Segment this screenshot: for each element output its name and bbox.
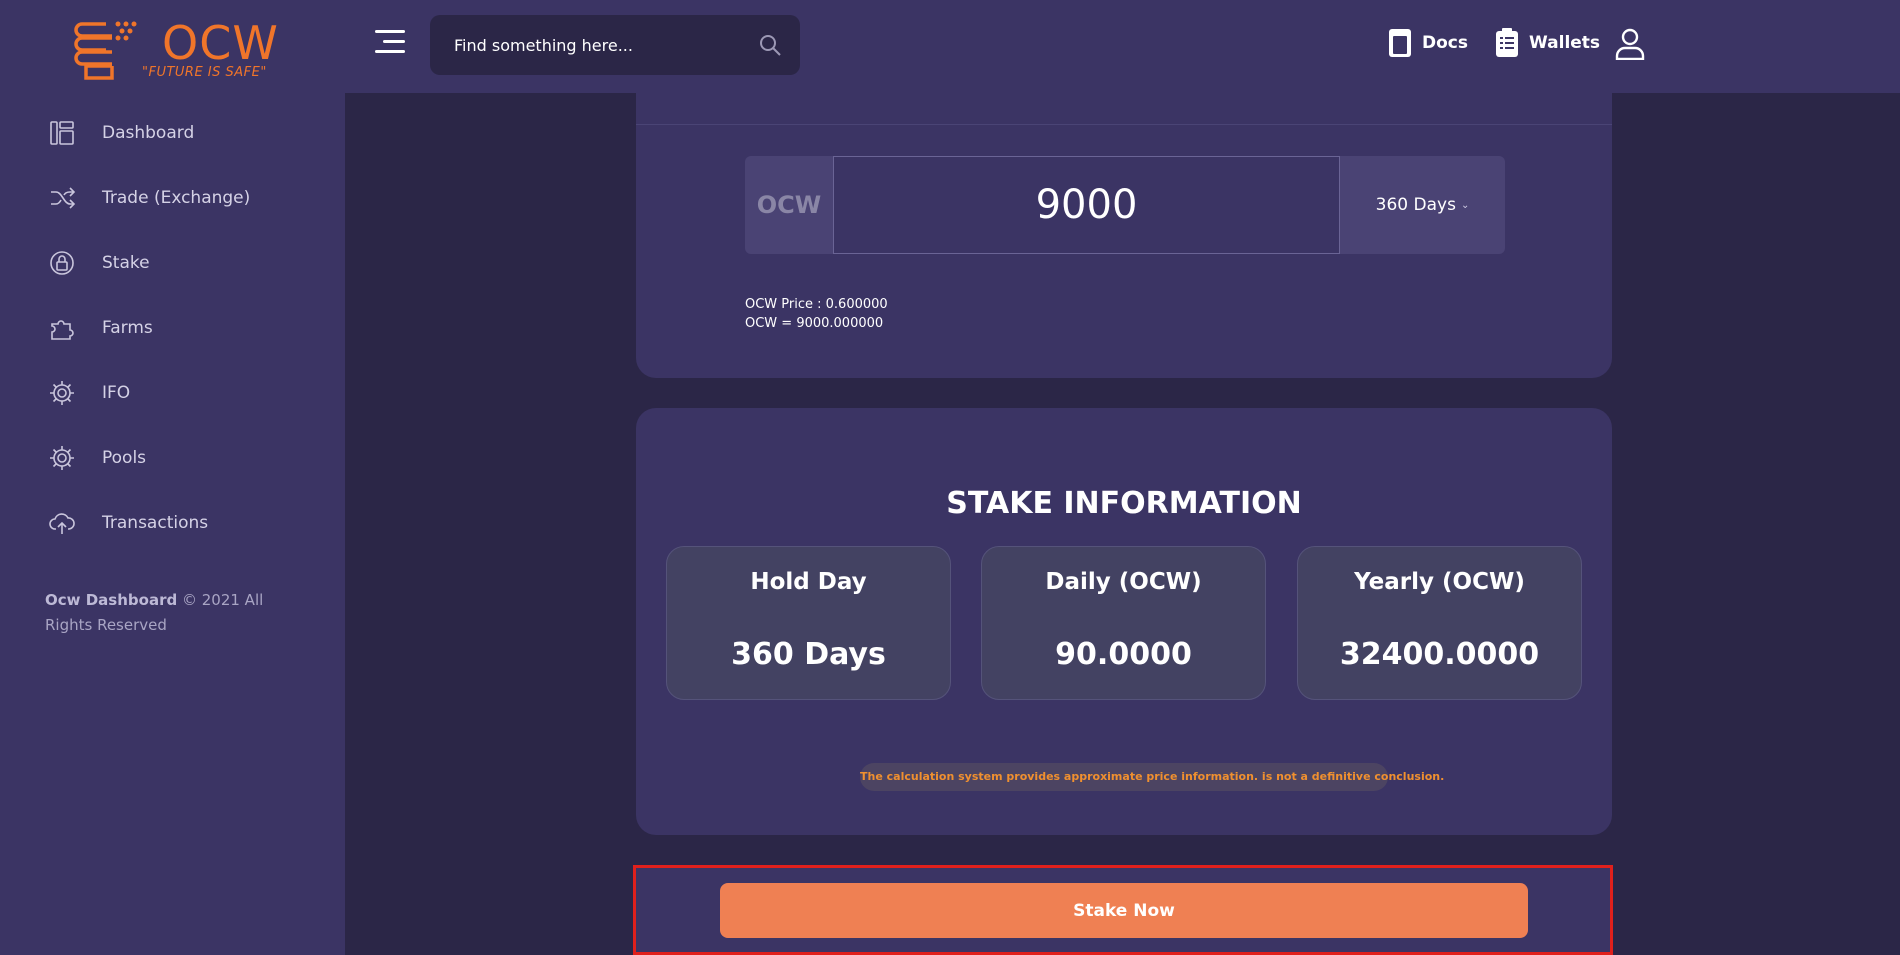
sidebar-item-label: Stake bbox=[102, 252, 150, 273]
price-info: OCW Price : 0.600000 OCW = 9000.000000 bbox=[745, 295, 888, 333]
chevron-down-icon: ⌄ bbox=[1460, 199, 1470, 211]
stat-label: Hold Day bbox=[750, 569, 867, 595]
sidebar-item-transactions[interactable]: Transactions bbox=[0, 490, 345, 555]
copyright-brand: Ocw Dashboard bbox=[45, 591, 178, 609]
search-bar bbox=[430, 15, 800, 75]
wallets-link[interactable]: Wallets bbox=[1495, 28, 1600, 58]
menu-toggle-icon[interactable] bbox=[375, 30, 405, 56]
sidebar-item-dashboard[interactable]: Dashboard bbox=[0, 100, 345, 165]
stake-information-title: STAKE INFORMATION bbox=[946, 486, 1302, 521]
wallets-label: Wallets bbox=[1529, 33, 1601, 53]
dashboard-icon bbox=[48, 119, 76, 147]
sidebar-item-ifo[interactable]: IFO bbox=[0, 360, 345, 425]
daily-ocw-stat: Daily (OCW) 90.0000 bbox=[981, 546, 1266, 700]
logo-wordmark: OCW bbox=[162, 16, 279, 70]
card-divider bbox=[636, 124, 1612, 125]
sidebar-item-label: Dashboard bbox=[102, 122, 195, 143]
gear-icon bbox=[48, 444, 76, 472]
sidebar-item-label: Transactions bbox=[102, 512, 209, 533]
stat-value: 32400.0000 bbox=[1339, 637, 1540, 672]
sidebar-item-farms[interactable]: Farms bbox=[0, 295, 345, 360]
shuffle-icon bbox=[48, 184, 76, 212]
search-icon[interactable] bbox=[758, 33, 782, 57]
stake-form-card: OCW 360 Days ⌄ OCW Price : 0.600000 OCW … bbox=[636, 93, 1612, 378]
document-icon bbox=[1389, 29, 1411, 57]
gear-icon bbox=[48, 379, 76, 407]
sidebar-item-label: Farms bbox=[102, 317, 153, 338]
stake-now-button[interactable]: Stake Now bbox=[720, 883, 1528, 938]
sidebar: OCW "FUTURE IS SAFE" Dashboard Trade (Ex… bbox=[0, 0, 345, 955]
puzzle-icon bbox=[48, 314, 76, 342]
stake-icon bbox=[48, 249, 76, 277]
ocw-price-text: OCW Price : 0.600000 bbox=[745, 297, 888, 312]
top-header: Docs Wallets bbox=[345, 0, 1900, 93]
logo-tagline: "FUTURE IS SAFE" bbox=[142, 65, 267, 80]
ocw-value-text: OCW = 9000.000000 bbox=[745, 316, 884, 331]
stake-information-card: STAKE INFORMATION Hold Day 360 Days Dail… bbox=[636, 408, 1612, 835]
sidebar-item-pools[interactable]: Pools bbox=[0, 425, 345, 490]
stat-value: 90.0000 bbox=[1055, 637, 1192, 672]
docs-label: Docs bbox=[1422, 33, 1468, 53]
user-profile-icon[interactable] bbox=[1615, 28, 1645, 61]
cloud-upload-icon bbox=[48, 509, 76, 537]
yearly-ocw-stat: Yearly (OCW) 32400.0000 bbox=[1297, 546, 1582, 700]
copyright-text: Ocw Dashboard © 2021 All Rights Reserved bbox=[45, 588, 295, 638]
currency-label: OCW bbox=[745, 156, 833, 254]
stake-period-value: 360 Days bbox=[1375, 195, 1456, 215]
logo-mark-icon bbox=[74, 21, 137, 80]
stat-label: Yearly (OCW) bbox=[1354, 569, 1525, 595]
sidebar-item-stake[interactable]: Stake bbox=[0, 230, 345, 295]
clipboard-icon bbox=[1496, 28, 1518, 57]
docs-link[interactable]: Docs bbox=[1388, 28, 1468, 58]
stake-amount-group: OCW 360 Days ⌄ bbox=[745, 156, 1505, 254]
ocw-logo[interactable]: OCW "FUTURE IS SAFE" bbox=[72, 16, 282, 86]
sidebar-nav: Dashboard Trade (Exchange) Stake Farms I… bbox=[0, 100, 345, 555]
stat-value: 360 Days bbox=[731, 637, 886, 672]
hold-day-stat: Hold Day 360 Days bbox=[666, 546, 951, 700]
sidebar-item-label: Trade (Exchange) bbox=[102, 187, 251, 208]
stake-amount-input[interactable] bbox=[833, 156, 1340, 254]
search-input[interactable] bbox=[430, 15, 740, 75]
sidebar-item-label: Pools bbox=[102, 447, 147, 468]
sidebar-item-trade[interactable]: Trade (Exchange) bbox=[0, 165, 345, 230]
disclaimer-badge: The calculation system provides approxim… bbox=[860, 763, 1444, 791]
stake-period-select[interactable]: 360 Days ⌄ bbox=[1340, 156, 1505, 254]
sidebar-item-label: IFO bbox=[102, 382, 131, 403]
stake-now-container: Stake Now bbox=[633, 865, 1613, 955]
stat-label: Daily (OCW) bbox=[1045, 569, 1202, 595]
